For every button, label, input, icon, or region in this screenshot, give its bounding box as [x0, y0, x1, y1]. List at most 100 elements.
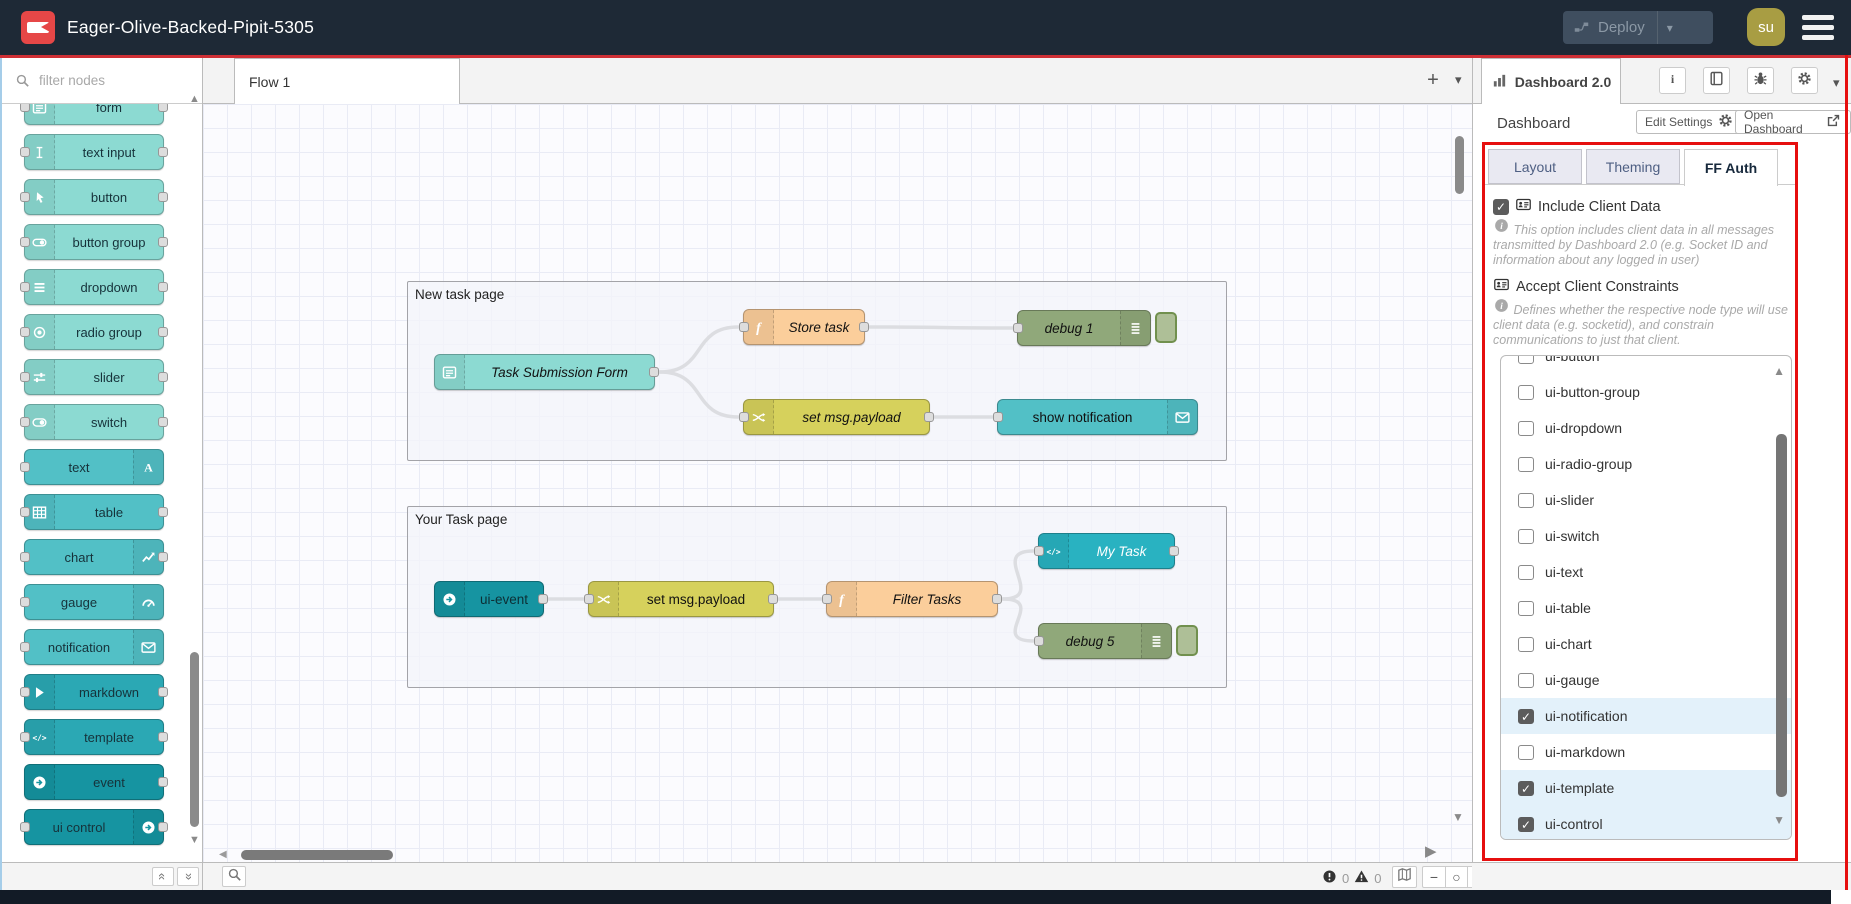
node-type-row-ui-switch[interactable]: ui-switch [1501, 518, 1791, 554]
palette-node-ui-control[interactable]: ui control [24, 809, 164, 845]
debug-toggle-button[interactable] [1176, 625, 1198, 656]
canvas-scroll-down-icon[interactable]: ▼ [1452, 810, 1464, 824]
edit-settings-button[interactable]: Edit Settings [1636, 110, 1743, 134]
output-port[interactable] [158, 822, 168, 832]
node-type-checkbox[interactable] [1518, 637, 1534, 652]
help-sidebar-button[interactable] [1703, 67, 1730, 94]
palette-node-text-input[interactable]: text input [24, 134, 164, 170]
node-type-row-ui-button[interactable]: ui-button [1501, 355, 1791, 374]
tab-theming[interactable]: Theming [1586, 149, 1680, 184]
tab-flow-1[interactable]: Flow 1 [234, 58, 460, 104]
input-port[interactable] [20, 372, 30, 382]
node-type-checkbox[interactable]: ✓ [1518, 817, 1534, 832]
output-port[interactable] [158, 327, 168, 337]
list-scroll-down-icon[interactable]: ▼ [1773, 813, 1785, 827]
output-port[interactable] [1169, 546, 1179, 556]
canvas-vscrollbar-thumb[interactable] [1455, 136, 1464, 194]
palette-scroll-up-icon[interactable]: ▲ [186, 93, 203, 105]
node-type-checkbox[interactable] [1518, 355, 1534, 364]
node-type-row-ui-dropdown[interactable]: ui-dropdown [1501, 410, 1791, 446]
input-port[interactable] [584, 594, 594, 604]
input-port[interactable] [20, 732, 30, 742]
input-port[interactable] [822, 594, 832, 604]
node-my-task[interactable]: </>My Task [1038, 533, 1175, 569]
collapse-all-button[interactable]: « [152, 867, 174, 886]
expand-all-button[interactable]: « [177, 867, 199, 886]
palette-node-gauge[interactable]: gauge [24, 584, 164, 620]
main-menu-icon[interactable] [1802, 15, 1834, 40]
node-ui-event[interactable]: ui-event [434, 581, 544, 617]
node-type-checkbox[interactable]: ✓ [1518, 709, 1534, 724]
include-client-data-checkbox[interactable]: ✓ [1493, 199, 1509, 215]
canvas-scroll-left-icon[interactable]: ◀ [219, 849, 227, 860]
output-port[interactable] [158, 552, 168, 562]
node-type-row-ui-text[interactable]: ui-text [1501, 554, 1791, 590]
flow-list-caret-icon[interactable]: ▾ [1455, 72, 1462, 88]
flow-canvas[interactable]: New task pageYour Task page Task Submiss… [203, 104, 1472, 862]
deploy-button[interactable]: Deploy ▾ [1563, 11, 1713, 44]
output-port[interactable] [158, 777, 168, 787]
node-type-row-ui-template[interactable]: ✓ui-template [1501, 770, 1791, 806]
node-debug-1[interactable]: debug 1 [1017, 310, 1151, 346]
palette-filter[interactable]: filter nodes [0, 58, 202, 104]
input-port[interactable] [20, 147, 30, 157]
flowfuse-logo-icon[interactable] [21, 11, 55, 44]
input-port[interactable] [739, 412, 749, 422]
output-port[interactable] [768, 594, 778, 604]
zoom-reset-button[interactable]: ○ [1445, 867, 1467, 887]
palette-node-chart[interactable]: chart [24, 539, 164, 575]
output-port[interactable] [158, 417, 168, 427]
input-port[interactable] [20, 104, 30, 112]
input-port[interactable] [20, 462, 30, 472]
input-port[interactable] [20, 237, 30, 247]
output-port[interactable] [158, 104, 168, 112]
user-avatar[interactable]: su [1747, 8, 1785, 46]
output-port[interactable] [158, 687, 168, 697]
node-type-checkbox[interactable]: ✓ [1518, 781, 1534, 796]
node-filter-tasks[interactable]: fFilter Tasks [826, 581, 998, 617]
zoom-out-button[interactable]: − [1423, 867, 1445, 887]
input-port[interactable] [1013, 323, 1023, 333]
node-type-row-ui-notification[interactable]: ✓ui-notification [1501, 698, 1791, 734]
output-port[interactable] [924, 412, 934, 422]
canvas-scroll-right-icon[interactable]: ▶ [1425, 842, 1437, 860]
palette-node-template[interactable]: </>template [24, 719, 164, 755]
node-type-row-ui-control[interactable]: ✓ui-control [1501, 806, 1791, 840]
palette-node-text[interactable]: textA [24, 449, 164, 485]
input-port[interactable] [20, 552, 30, 562]
node-task-submission-form[interactable]: Task Submission Form [434, 354, 655, 390]
tab-dashboard-2[interactable]: Dashboard 2.0 [1481, 58, 1621, 104]
palette-node-switch[interactable]: switch [24, 404, 164, 440]
input-port[interactable] [20, 507, 30, 517]
output-port[interactable] [158, 372, 168, 382]
input-port[interactable] [20, 327, 30, 337]
input-port[interactable] [20, 192, 30, 202]
node-type-row-ui-radio-group[interactable]: ui-radio-group [1501, 446, 1791, 482]
search-flows-button[interactable] [222, 866, 246, 887]
tab-layout[interactable]: Layout [1488, 149, 1582, 184]
node-type-row-ui-chart[interactable]: ui-chart [1501, 626, 1791, 662]
sidebar-caret-icon[interactable]: ▾ [1833, 75, 1840, 91]
palette-scrollbar-thumb[interactable] [190, 652, 199, 827]
palette-node-table[interactable]: table [24, 494, 164, 530]
input-port[interactable] [20, 417, 30, 427]
node-type-checkbox[interactable] [1518, 601, 1534, 616]
list-scrollbar-thumb[interactable] [1776, 434, 1787, 797]
input-port[interactable] [1034, 636, 1044, 646]
input-port[interactable] [1034, 546, 1044, 556]
output-port[interactable] [538, 594, 548, 604]
palette-node-button-group[interactable]: button group [24, 224, 164, 260]
output-port[interactable] [859, 322, 869, 332]
input-port[interactable] [20, 597, 30, 607]
input-port[interactable] [20, 822, 30, 832]
debug-toggle-button[interactable] [1155, 312, 1177, 343]
input-port[interactable] [20, 687, 30, 697]
output-port[interactable] [158, 147, 168, 157]
debug-sidebar-button[interactable] [1747, 67, 1774, 94]
list-scroll-up-icon[interactable]: ▲ [1773, 364, 1785, 378]
output-port[interactable] [158, 282, 168, 292]
open-dashboard-button[interactable]: Open Dashboard [1735, 110, 1851, 134]
config-sidebar-button[interactable] [1791, 67, 1818, 94]
node-set-msg-payload[interactable]: set msg.payload [743, 399, 930, 435]
output-port[interactable] [158, 192, 168, 202]
